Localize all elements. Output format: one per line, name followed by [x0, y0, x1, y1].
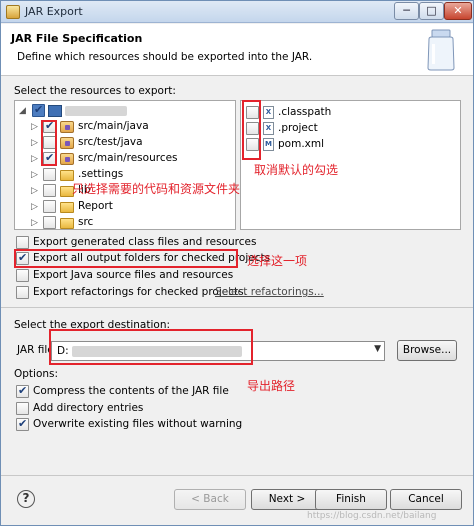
- project-name-blurred: [65, 106, 127, 116]
- expand-icon[interactable]: ▷: [31, 154, 41, 164]
- title-bar[interactable]: JAR Export ─ □ ✕: [1, 1, 473, 23]
- file-item-label: .classpath: [278, 106, 332, 118]
- annotation-export-path: 导出路径: [247, 379, 296, 393]
- back-button[interactable]: < Back: [174, 489, 246, 510]
- resources-label: Select the resources to export:: [14, 85, 176, 97]
- page-title: JAR File Specification: [11, 32, 143, 45]
- dropdown-arrow-icon[interactable]: ▼: [374, 344, 381, 354]
- src-main-java-checkbox[interactable]: [43, 119, 56, 133]
- browse-button[interactable]: Browse...: [397, 340, 457, 361]
- tree-item-label: Report: [78, 200, 113, 212]
- expand-icon[interactable]: ▷: [31, 170, 41, 180]
- option-label: Export generated class files and resourc…: [33, 236, 257, 248]
- annotation-uncheck-default: 取消默认的勾选: [254, 163, 339, 177]
- export-source-files-checkbox[interactable]: [16, 269, 29, 282]
- project-checkbox[interactable]: [32, 103, 45, 117]
- maven-file-icon: M: [263, 138, 274, 151]
- classpath-checkbox[interactable]: [246, 106, 259, 119]
- file-item-pom[interactable]: M pom.xml: [241, 137, 460, 153]
- source-folder-icon: [60, 137, 74, 149]
- path-blurred: [72, 346, 242, 357]
- tree-item-project[interactable]: ◢: [15, 103, 235, 119]
- select-refactorings-link[interactable]: Select refactorings...: [215, 286, 324, 298]
- file-item-classpath[interactable]: X .classpath: [241, 105, 460, 121]
- minimize-button[interactable]: ─: [394, 2, 419, 20]
- wizard-header: JAR File Specification Define which reso…: [1, 24, 473, 76]
- tree-item-src-test-java[interactable]: ▷ src/test/java: [15, 135, 235, 151]
- option-label: Export Java source files and resources: [33, 269, 234, 281]
- annotation-select-this: 选择这一项: [247, 254, 308, 268]
- source-folder-icon: [60, 153, 74, 165]
- option-label: Compress the contents of the JAR file: [33, 385, 229, 397]
- export-refactorings-checkbox[interactable]: [16, 286, 29, 299]
- settings-checkbox[interactable]: [43, 168, 56, 181]
- compress-checkbox[interactable]: [16, 384, 29, 398]
- tree-item-src-main-resources[interactable]: ▷ src/main/resources: [15, 151, 235, 167]
- add-directory-entries-checkbox[interactable]: [16, 402, 29, 415]
- option-label: Add directory entries: [33, 402, 144, 414]
- report-checkbox[interactable]: [43, 200, 56, 213]
- tree-item-label: src: [78, 216, 94, 228]
- watermark: https://blog.csdn.net/bailang: [307, 511, 437, 521]
- destination-label: Select the export destination:: [14, 319, 171, 331]
- lib-checkbox[interactable]: [43, 184, 56, 197]
- help-icon[interactable]: ?: [17, 490, 35, 508]
- separator: [1, 475, 473, 476]
- collapse-icon[interactable]: ◢: [19, 106, 29, 116]
- separator: [1, 307, 473, 308]
- options-label: Options:: [14, 368, 59, 380]
- file-item-label: pom.xml: [278, 138, 325, 150]
- close-button[interactable]: ✕: [444, 2, 472, 20]
- source-folder-icon: [60, 121, 74, 133]
- overwrite-files-checkbox[interactable]: [16, 417, 29, 431]
- finish-button[interactable]: Finish: [315, 489, 387, 510]
- jar-file-path-combo[interactable]: D: ▼: [51, 341, 385, 361]
- tree-item-src[interactable]: ▷ src: [15, 215, 235, 229]
- expand-icon[interactable]: ▷: [31, 186, 41, 196]
- jar-app-icon: [6, 5, 20, 19]
- expand-icon[interactable]: ▷: [31, 138, 41, 148]
- cancel-button[interactable]: Cancel: [390, 489, 462, 510]
- option-label: Export all output folders for checked pr…: [33, 252, 271, 264]
- project-icon: [48, 105, 62, 117]
- tree-item-label: src/main/resources: [78, 152, 178, 164]
- window-title: JAR Export: [25, 5, 83, 18]
- expand-icon[interactable]: ▷: [31, 218, 41, 228]
- src-main-resources-checkbox[interactable]: [43, 151, 56, 165]
- jar-export-dialog: JAR Export ─ □ ✕ JAR File Specification …: [0, 0, 474, 526]
- next-button[interactable]: Next >: [251, 489, 323, 510]
- expand-icon[interactable]: ▷: [31, 122, 41, 132]
- tree-item-src-main-java[interactable]: ▷ src/main/java: [15, 119, 235, 135]
- xml-file-icon: X: [263, 106, 274, 119]
- src-checkbox[interactable]: [43, 216, 56, 229]
- xml-file-icon: X: [263, 122, 274, 135]
- file-item-label: .project: [278, 122, 318, 134]
- page-description: Define which resources should be exporte…: [17, 51, 313, 63]
- folder-icon: [60, 202, 74, 213]
- resource-tree[interactable]: ◢ ▷ src/main/java ▷ src/test/java ▷ src/…: [14, 100, 236, 230]
- tree-item-report[interactable]: ▷ Report: [15, 199, 235, 215]
- maximize-button[interactable]: □: [419, 2, 444, 20]
- tree-item-label: src/test/java: [78, 136, 143, 148]
- jar-icon: [427, 29, 455, 71]
- project-file-checkbox[interactable]: [246, 122, 259, 135]
- export-class-files-checkbox[interactable]: [16, 236, 29, 249]
- src-test-java-checkbox[interactable]: [43, 136, 56, 149]
- annotation-select-needed: 只选择需要的代码和资源文件夹: [72, 182, 241, 196]
- file-item-project[interactable]: X .project: [241, 121, 460, 137]
- pom-checkbox[interactable]: [246, 138, 259, 151]
- option-label: Overwrite existing files without warning: [33, 418, 243, 430]
- tree-item-label: .settings: [78, 168, 124, 180]
- folder-icon: [60, 218, 74, 229]
- tree-item-label: src/main/java: [78, 120, 149, 132]
- export-output-folders-checkbox[interactable]: [16, 251, 29, 265]
- jar-file-path-value: D:: [57, 345, 69, 357]
- expand-icon[interactable]: ▷: [31, 202, 41, 212]
